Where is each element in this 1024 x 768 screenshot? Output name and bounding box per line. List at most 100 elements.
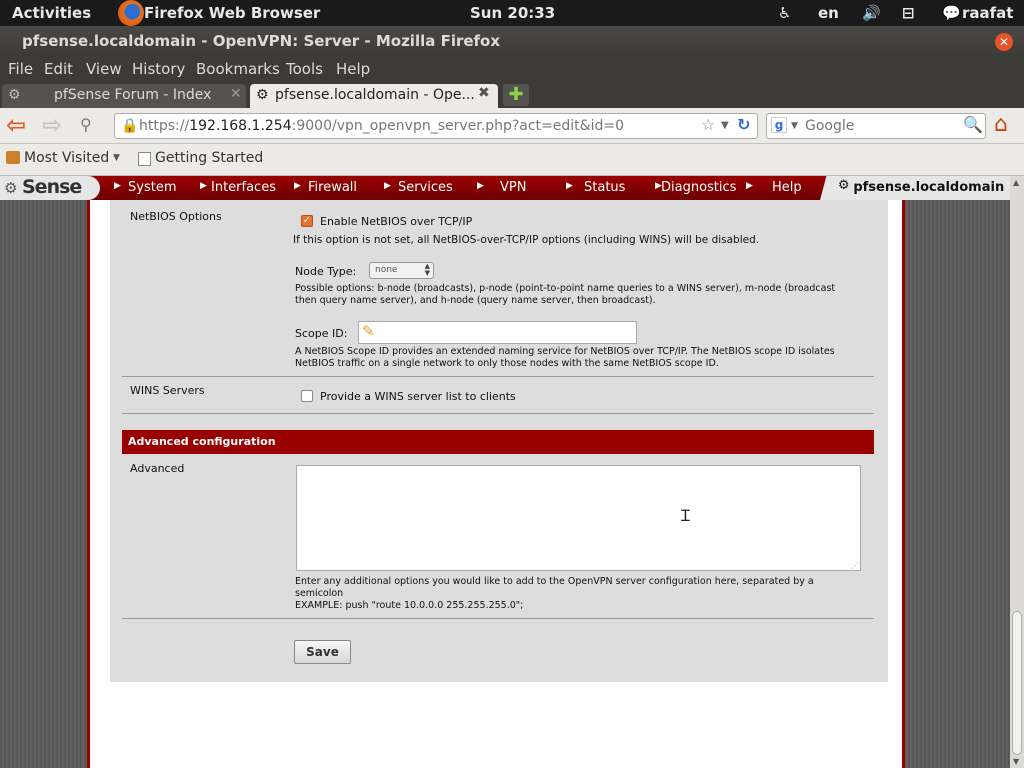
- menu-edit[interactable]: Edit: [44, 60, 73, 78]
- pfsense-nav-bar: ⚙ Sense ▶ System ▶ Interfaces ▶ Firewall…: [0, 176, 1017, 200]
- scope-id-input[interactable]: ✎: [358, 321, 637, 344]
- advanced-help-1: Enter any additional options you would l…: [295, 576, 814, 587]
- app-name[interactable]: Firefox Web Browser: [144, 4, 320, 22]
- forward-arrow-icon[interactable]: ⇨: [42, 111, 62, 139]
- nav-arrow-icon: ▶: [384, 181, 391, 191]
- new-tab-button[interactable]: ✚: [503, 84, 529, 106]
- pfsense-logo-icon: ⚙: [4, 179, 18, 197]
- nav-vpn[interactable]: VPN: [500, 180, 526, 195]
- network-icon[interactable]: ⊟: [902, 4, 915, 22]
- navigation-toolbar: ⇦ ⇨ ⚲ 🔒 https://192.168.1.254:9000/vpn_o…: [0, 108, 1024, 144]
- scope-id-help-2: NetBIOS traffic on a single network to o…: [295, 358, 719, 369]
- scroll-down-icon[interactable]: ▼: [1013, 757, 1019, 766]
- wins-servers-checkbox[interactable]: [301, 390, 313, 402]
- language-indicator[interactable]: en: [818, 4, 839, 22]
- volume-icon[interactable]: 🔊: [862, 4, 881, 22]
- hostname-badge: ⚙ pfsense.localdomain: [820, 176, 1017, 200]
- scroll-up-icon[interactable]: ▲: [1013, 178, 1019, 187]
- search-box[interactable]: g ▼ 🔍: [766, 113, 986, 139]
- firefox-logo-icon: [118, 0, 144, 26]
- pfsense-small-icon: ⚙: [837, 178, 850, 193]
- openvpn-form: NetBIOS Options ✓ Enable NetBIOS over TC…: [110, 200, 888, 682]
- advanced-config-header: Advanced configuration: [122, 430, 874, 454]
- nav-status[interactable]: Status: [584, 180, 625, 195]
- accessibility-icon[interactable]: ♿: [778, 4, 791, 22]
- nav-services[interactable]: Services: [398, 180, 453, 195]
- nav-arrow-icon: ▶: [566, 181, 573, 191]
- reload-icon[interactable]: ↻: [737, 113, 750, 137]
- wins-servers-label: WINS Servers: [130, 384, 205, 397]
- menu-bookmarks[interactable]: Bookmarks: [196, 60, 280, 78]
- scope-id-help-1: A NetBIOS Scope ID provides an extended …: [295, 346, 835, 357]
- resize-grip-icon[interactable]: ⋰: [851, 562, 859, 570]
- advanced-help-3: EXAMPLE: push "route 10.0.0.0 255.255.25…: [295, 600, 524, 611]
- divider: [122, 413, 874, 414]
- spinner-icon: ▲ ▼: [424, 262, 430, 277]
- save-button[interactable]: Save: [294, 640, 351, 664]
- menu-tools[interactable]: Tools: [286, 60, 323, 78]
- wins-servers-checkbox-label: Provide a WINS server list to clients: [320, 390, 516, 403]
- search-icon[interactable]: 🔍: [963, 113, 983, 137]
- menu-bar: File Edit View History Bookmarks Tools H…: [0, 56, 1024, 82]
- page-icon: [138, 152, 151, 166]
- nav-arrow-icon: ▶: [200, 181, 207, 191]
- scrollbar-thumb[interactable]: [1012, 611, 1022, 755]
- back-arrow-icon[interactable]: ⇦: [6, 111, 26, 139]
- engine-dropdown-icon[interactable]: ▼: [791, 114, 798, 138]
- logo-text: Sense: [22, 176, 82, 198]
- identity-icon[interactable]: ⚲: [80, 115, 92, 134]
- lock-icon: 🔒: [121, 118, 139, 134]
- clock[interactable]: Sun 20:33: [470, 4, 555, 22]
- home-icon[interactable]: ⌂: [994, 112, 1008, 137]
- chevron-down-icon: ▼: [113, 153, 120, 163]
- system-top-bar: Activities Firefox Web Browser Sun 20:33…: [0, 0, 1024, 26]
- nav-diagnostics[interactable]: Diagnostics: [661, 180, 736, 195]
- activities-button[interactable]: Activities: [12, 4, 91, 22]
- hostname: pfsense.localdomain: [853, 180, 1005, 195]
- chat-icon[interactable]: 💬: [942, 4, 961, 22]
- window-title: pfsense.localdomain - OpenVPN: Server - …: [22, 32, 501, 50]
- close-tab-icon[interactable]: ✖: [478, 85, 490, 101]
- nav-firewall[interactable]: Firewall: [308, 180, 357, 195]
- folder-icon: [6, 151, 20, 164]
- advanced-label: Advanced: [130, 462, 185, 475]
- close-window-icon[interactable]: ✕: [995, 33, 1013, 51]
- node-type-select[interactable]: none ▲ ▼: [369, 262, 434, 279]
- url-scheme: https://: [139, 118, 190, 134]
- page-body: NetBIOS Options ✓ Enable NetBIOS over TC…: [87, 200, 905, 768]
- vertical-scrollbar[interactable]: ▲ ▼: [1010, 176, 1024, 768]
- user-menu[interactable]: raafat: [962, 4, 1013, 22]
- tab-label: pfSense Forum - Index: [54, 87, 212, 103]
- history-dropdown-icon[interactable]: ▼: [721, 114, 729, 138]
- tab-pfsense-forum[interactable]: ⚙ pfSense Forum - Index ✕: [2, 84, 246, 108]
- nav-interfaces[interactable]: Interfaces: [211, 180, 276, 195]
- google-engine-icon[interactable]: g: [771, 117, 787, 133]
- nav-help[interactable]: Help: [772, 180, 802, 195]
- advanced-textarea[interactable]: Ɪ ⋰: [296, 465, 861, 571]
- nav-arrow-icon: ▶: [114, 181, 121, 191]
- menu-view[interactable]: View: [86, 60, 122, 78]
- url-bar[interactable]: 🔒 https://192.168.1.254:9000/vpn_openvpn…: [114, 113, 758, 139]
- menu-history[interactable]: History: [132, 60, 185, 78]
- bookmarks-toolbar: Most Visited ▼ Getting Started: [0, 144, 1024, 176]
- nav-system[interactable]: System: [128, 180, 176, 195]
- bookmark-star-icon[interactable]: ☆: [701, 113, 715, 137]
- advanced-help-2: semicolon: [295, 588, 344, 599]
- node-type-help-2: then query name server), and h-node (que…: [295, 295, 656, 306]
- menu-help[interactable]: Help: [336, 60, 370, 78]
- tab-openvpn-server[interactable]: ⚙ pfsense.localdomain - Ope... ✖: [250, 84, 498, 108]
- enable-netbios-label: Enable NetBIOS over TCP/IP: [320, 215, 473, 228]
- url-path: :9000/vpn_openvpn_server.php?act=edit&id…: [291, 118, 624, 134]
- pencil-icon: ✎: [362, 322, 375, 340]
- close-tab-icon[interactable]: ✕: [230, 86, 242, 102]
- bookmark-getting-started[interactable]: Getting Started: [155, 150, 263, 166]
- search-input[interactable]: [805, 116, 955, 136]
- node-type-value: none: [375, 265, 398, 275]
- pfsense-logo[interactable]: ⚙ Sense: [0, 176, 100, 200]
- tab-label: pfsense.localdomain - Ope...: [275, 87, 475, 103]
- enable-netbios-checkbox[interactable]: ✓: [301, 215, 313, 227]
- netbios-options-label: NetBIOS Options: [130, 210, 222, 223]
- menu-file[interactable]: File: [8, 60, 33, 78]
- bookmark-most-visited[interactable]: Most Visited: [24, 150, 109, 166]
- nav-arrow-icon: ▶: [746, 181, 753, 191]
